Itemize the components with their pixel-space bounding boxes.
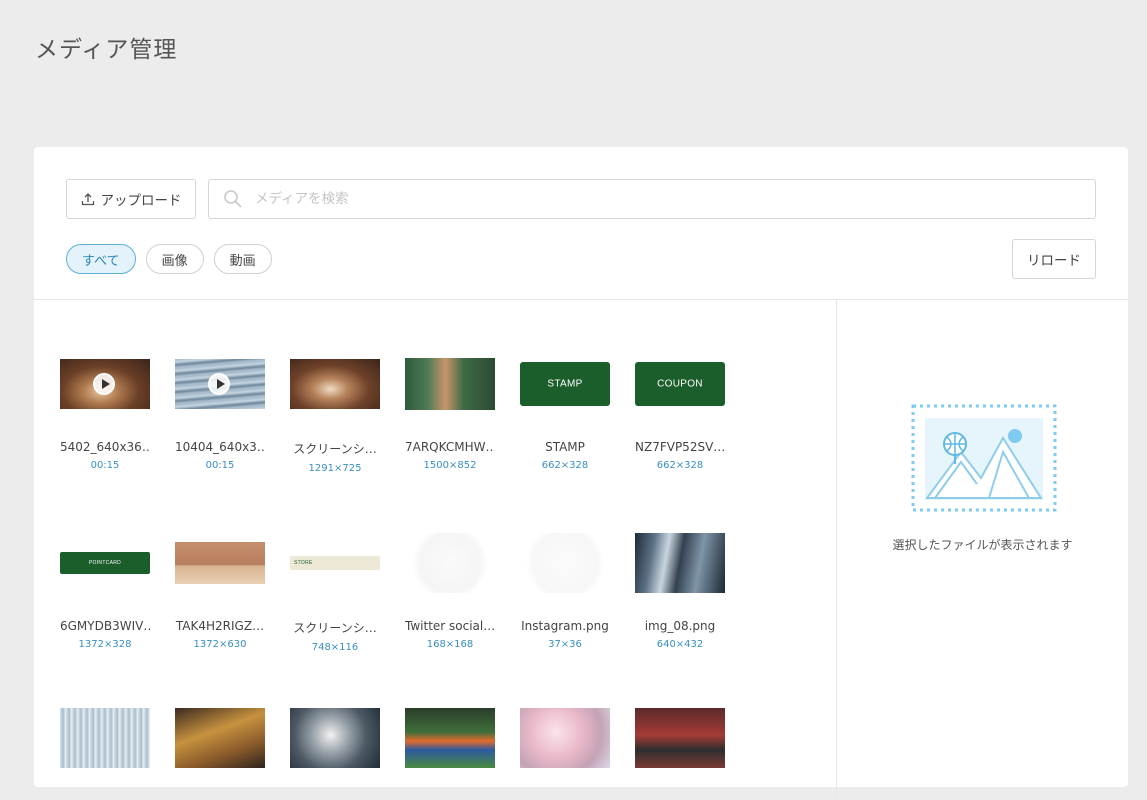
search-field[interactable] [208, 179, 1096, 219]
media-thumbnail [60, 359, 150, 409]
media-thumbnail [405, 358, 495, 410]
media-name: 5402_640x36… [60, 440, 150, 454]
media-thumbnail [60, 708, 150, 768]
upload-icon [81, 193, 94, 206]
preview-empty-text: 選択したファイルが表示されます [892, 538, 1073, 552]
media-name: img_08.png [644, 619, 716, 633]
media-meta: 1372×630 [193, 639, 247, 650]
media-item[interactable]: STAMP STAMP 662×328 [520, 354, 610, 471]
media-thumbnail [635, 708, 725, 768]
media-meta: 1291×725 [308, 463, 362, 474]
media-meta: 748×116 [311, 642, 359, 653]
media-item[interactable]: Twitter social… 168×168 [405, 533, 495, 650]
media-meta: 640×432 [656, 639, 704, 650]
play-icon [93, 373, 115, 395]
media-meta: 1500×852 [423, 460, 477, 471]
upload-label: アップロード [100, 193, 182, 209]
filter-images[interactable]: 画像 [145, 244, 204, 274]
search-input[interactable] [253, 190, 1095, 208]
media-thumbnail [520, 533, 610, 593]
media-thumbnail: COUPON [635, 362, 725, 406]
media-item[interactable] [290, 708, 380, 768]
media-thumbnail [520, 708, 610, 768]
filter-chips: すべて 画像 動画 [66, 244, 272, 274]
media-thumbnail [175, 708, 265, 768]
media-item[interactable] [520, 708, 610, 768]
store-logo: STORE [294, 560, 313, 566]
media-meta: 1372×328 [78, 639, 132, 650]
media-meta: 662×328 [656, 460, 704, 471]
pointcard-logo: POINTCARD [88, 560, 122, 566]
media-thumbnail: STAMP [520, 362, 610, 406]
media-thumbnail: POINTCARD [60, 552, 150, 574]
media-item[interactable]: 5402_640x36… 00:15 [60, 354, 150, 471]
coupon-logo: COUPON [657, 378, 703, 390]
media-item[interactable]: Instagram.png 37×36 [520, 533, 610, 650]
media-item[interactable]: 7ARQKCMHW… 1500×852 [405, 354, 495, 471]
media-name: Twitter social… [405, 619, 495, 633]
media-item[interactable]: STORE スクリーンシ… 748×116 [290, 533, 380, 653]
media-name: NZ7FVP52SV… [635, 440, 725, 454]
media-item[interactable]: 10404_640x3… 00:15 [175, 354, 265, 471]
media-item[interactable] [175, 708, 265, 768]
reload-button[interactable]: リロード [1012, 239, 1096, 279]
media-thumbnail [635, 533, 725, 593]
filter-videos[interactable]: 動画 [213, 244, 272, 274]
media-meta: 37×36 [548, 639, 582, 650]
media-item[interactable]: COUPON NZ7FVP52SV… 662×328 [635, 354, 725, 471]
media-meta: 00:15 [205, 460, 235, 471]
media-name: スクリーンシ… [293, 442, 377, 456]
image-placeholder-icon [911, 404, 1057, 512]
media-meta: 168×168 [426, 639, 474, 650]
media-grid: 5402_640x36… 00:15 10404_640x3… 00:15 スク… [34, 300, 836, 780]
media-item[interactable]: POINTCARD 6GMYDB3WIV… 1372×328 [60, 533, 150, 650]
media-thumbnail [405, 533, 495, 593]
media-item[interactable] [60, 708, 150, 768]
media-name: TAK4H2RIGZ… [175, 619, 265, 633]
media-meta: 662×328 [541, 460, 589, 471]
stamp-logo: STAMP [547, 378, 583, 390]
media-item[interactable]: TAK4H2RIGZ… 1372×630 [175, 533, 265, 650]
media-thumbnail [175, 542, 265, 584]
media-thumbnail [175, 359, 265, 409]
media-item[interactable]: img_08.png 640×432 [635, 533, 725, 650]
media-thumbnail [405, 708, 495, 768]
media-name: 6GMYDB3WIV… [60, 619, 150, 633]
media-item[interactable]: スクリーンシ… 1291×725 [290, 354, 380, 474]
media-name: スクリーンシ… [293, 621, 377, 635]
play-icon [208, 373, 230, 395]
media-item[interactable] [405, 708, 495, 768]
upload-button[interactable]: アップロード [66, 179, 196, 219]
page-title: メディア管理 [35, 37, 178, 63]
media-item[interactable] [635, 708, 725, 768]
media-meta: 00:15 [90, 460, 120, 471]
media-name: Instagram.png [521, 619, 609, 633]
search-icon [224, 190, 242, 208]
media-name: STAMP [545, 440, 585, 454]
media-thumbnail: STORE [290, 556, 380, 570]
media-name: 10404_640x3… [175, 440, 265, 454]
filter-all[interactable]: すべて [66, 244, 136, 274]
preview-pane: 選択したファイルが表示されます [837, 300, 1128, 780]
media-name: 7ARQKCMHW… [405, 440, 495, 454]
media-thumbnail [290, 708, 380, 768]
media-thumbnail [290, 359, 380, 409]
media-panel: アップロード すべて 画像 動画 リロード 5402_640x36… 00:15… [34, 147, 1128, 800]
